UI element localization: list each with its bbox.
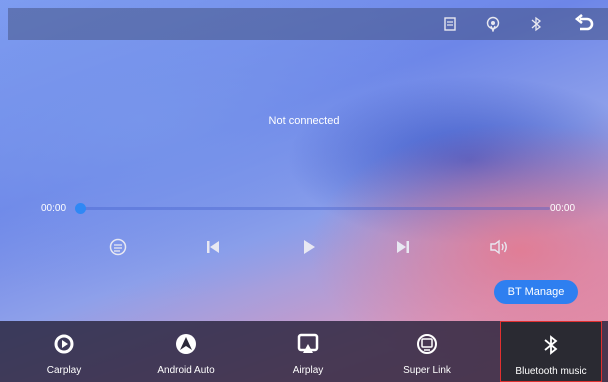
play-icon[interactable] <box>297 236 321 258</box>
airplay-icon <box>296 332 320 356</box>
nav-item-super-link[interactable]: Super Link <box>387 321 467 382</box>
elapsed-time: 00:00 <box>41 203 67 214</box>
nav-item-label: Bluetooth music <box>515 366 587 377</box>
nav-item-label: Android Auto <box>157 365 215 376</box>
progress-bar[interactable] <box>80 207 550 210</box>
connection-status: Not connected <box>268 115 340 127</box>
nav-item-carplay[interactable]: Carplay <box>24 321 104 382</box>
document-icon[interactable] <box>441 12 459 36</box>
progress-thumb[interactable] <box>75 203 86 214</box>
nav-item-label: Carplay <box>46 365 82 376</box>
playlist-icon[interactable] <box>106 236 130 258</box>
nav-item-label: Airplay <box>292 365 324 376</box>
nav-item-label: Super Link <box>403 365 451 376</box>
super-link-icon <box>415 332 439 356</box>
previous-icon[interactable] <box>201 236 225 258</box>
nav-item-bluetooth-music[interactable]: Bluetooth music <box>500 321 602 382</box>
android-auto-icon <box>174 332 198 356</box>
bluetooth-icon <box>539 333 563 357</box>
bottom-nav-bar: Carplay Android Auto Airplay Super Link … <box>0 321 608 382</box>
back-icon[interactable] <box>572 12 596 36</box>
top-bar <box>8 8 608 40</box>
nav-item-airplay[interactable]: Airplay <box>268 321 348 382</box>
nav-item-android-auto[interactable]: Android Auto <box>141 321 231 382</box>
podcast-icon[interactable] <box>483 12 503 36</box>
volume-icon[interactable] <box>487 236 511 258</box>
next-icon[interactable] <box>391 236 415 258</box>
bt-manage-button[interactable]: BT Manage <box>494 280 578 304</box>
total-time: 00:00 <box>550 203 576 214</box>
carplay-icon <box>52 332 76 356</box>
bluetooth-music-screen: Not connected 00:00 00:00 BT Manage Carp… <box>0 0 608 382</box>
bluetooth-icon[interactable] <box>527 12 545 36</box>
